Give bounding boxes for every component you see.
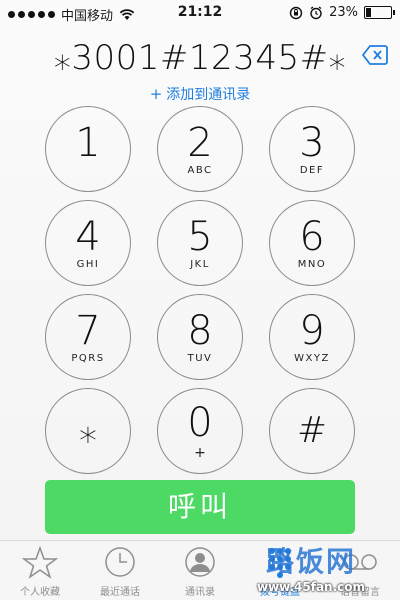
key-5[interactable]: 5 JKL (157, 200, 243, 286)
key-7[interactable]: 7 PQRS (45, 294, 131, 380)
key-digit: 1 (75, 120, 101, 166)
watermark-logo: 路饭网 (265, 545, 356, 578)
backspace-icon[interactable] (362, 44, 388, 66)
key-2[interactable]: 2 ABC (157, 106, 243, 192)
battery-fill (366, 8, 372, 17)
watermark: 路饭网 www.45fan.com (236, 540, 386, 600)
key-digit: 7 (75, 308, 101, 354)
key-letters: GHI (76, 259, 100, 270)
tab-recents[interactable]: 最近通话 (80, 545, 160, 598)
add-to-contacts-label: 添加到通讯录 (166, 87, 251, 103)
battery-percent: 23% (329, 5, 358, 20)
contact-icon (185, 547, 215, 577)
key-digit: 8 (187, 308, 213, 354)
key-digit: 4 (75, 214, 101, 260)
keypad: 1 2 ABC 3 DEF 4 GHI 5 JKL 6 MNO 7 PQRS 8 (45, 106, 355, 474)
dialed-number: ⁎3001#12345#⁎ (53, 38, 347, 78)
add-to-contacts-link[interactable]: + 添加到通讯录 (0, 84, 400, 104)
call-button[interactable]: 呼叫 (45, 480, 355, 534)
status-bar: 中国移动 21:12 23% (0, 0, 400, 26)
clock-icon (105, 547, 135, 577)
key-letters: TUV (187, 353, 213, 364)
key-hash[interactable]: # (269, 388, 355, 474)
key-digit: ⁎ (79, 410, 97, 451)
key-digit: # (296, 410, 328, 451)
key-9[interactable]: 9 WXYZ (269, 294, 355, 380)
orientation-lock-icon (289, 6, 303, 19)
key-letters: JKL (190, 259, 210, 270)
tab-label: 通讯录 (185, 587, 215, 598)
watermark-url: www.45fan.com (256, 580, 366, 594)
key-letters: PQRS (71, 353, 105, 364)
tab-contacts[interactable]: 通讯录 (160, 545, 240, 598)
key-8[interactable]: 8 TUV (157, 294, 243, 380)
key-digit: 5 (187, 214, 213, 260)
key-digit: 2 (187, 120, 213, 166)
phone-dialer-screen: 中国移动 21:12 23% ⁎3001#12345#⁎ + 添加到通讯录 1 … (0, 0, 400, 600)
key-3[interactable]: 3 DEF (269, 106, 355, 192)
key-letters: DEF (299, 165, 325, 176)
key-6[interactable]: 6 MNO (269, 200, 355, 286)
plus-icon: + (149, 85, 163, 103)
key-letters: MNO (297, 259, 327, 270)
key-4[interactable]: 4 GHI (45, 200, 131, 286)
key-1[interactable]: 1 (45, 106, 131, 192)
key-digit: 6 (299, 214, 325, 260)
key-0[interactable]: 0 + (157, 388, 243, 474)
key-digit: 3 (299, 120, 325, 166)
battery-icon (364, 6, 395, 19)
key-letters: + (194, 445, 206, 461)
tab-label: 最近通话 (100, 587, 140, 598)
key-digit: 0 (187, 400, 213, 446)
alarm-icon (310, 5, 322, 19)
key-letters: WXYZ (294, 353, 330, 364)
status-right: 23% (289, 5, 395, 20)
star-icon (21, 545, 59, 579)
key-star[interactable]: ⁎ (45, 388, 131, 474)
tab-label: 个人收藏 (20, 587, 60, 598)
tab-favorites[interactable]: 个人收藏 (0, 545, 80, 598)
key-digit: 9 (299, 308, 325, 354)
key-letters: ABC (187, 165, 213, 176)
